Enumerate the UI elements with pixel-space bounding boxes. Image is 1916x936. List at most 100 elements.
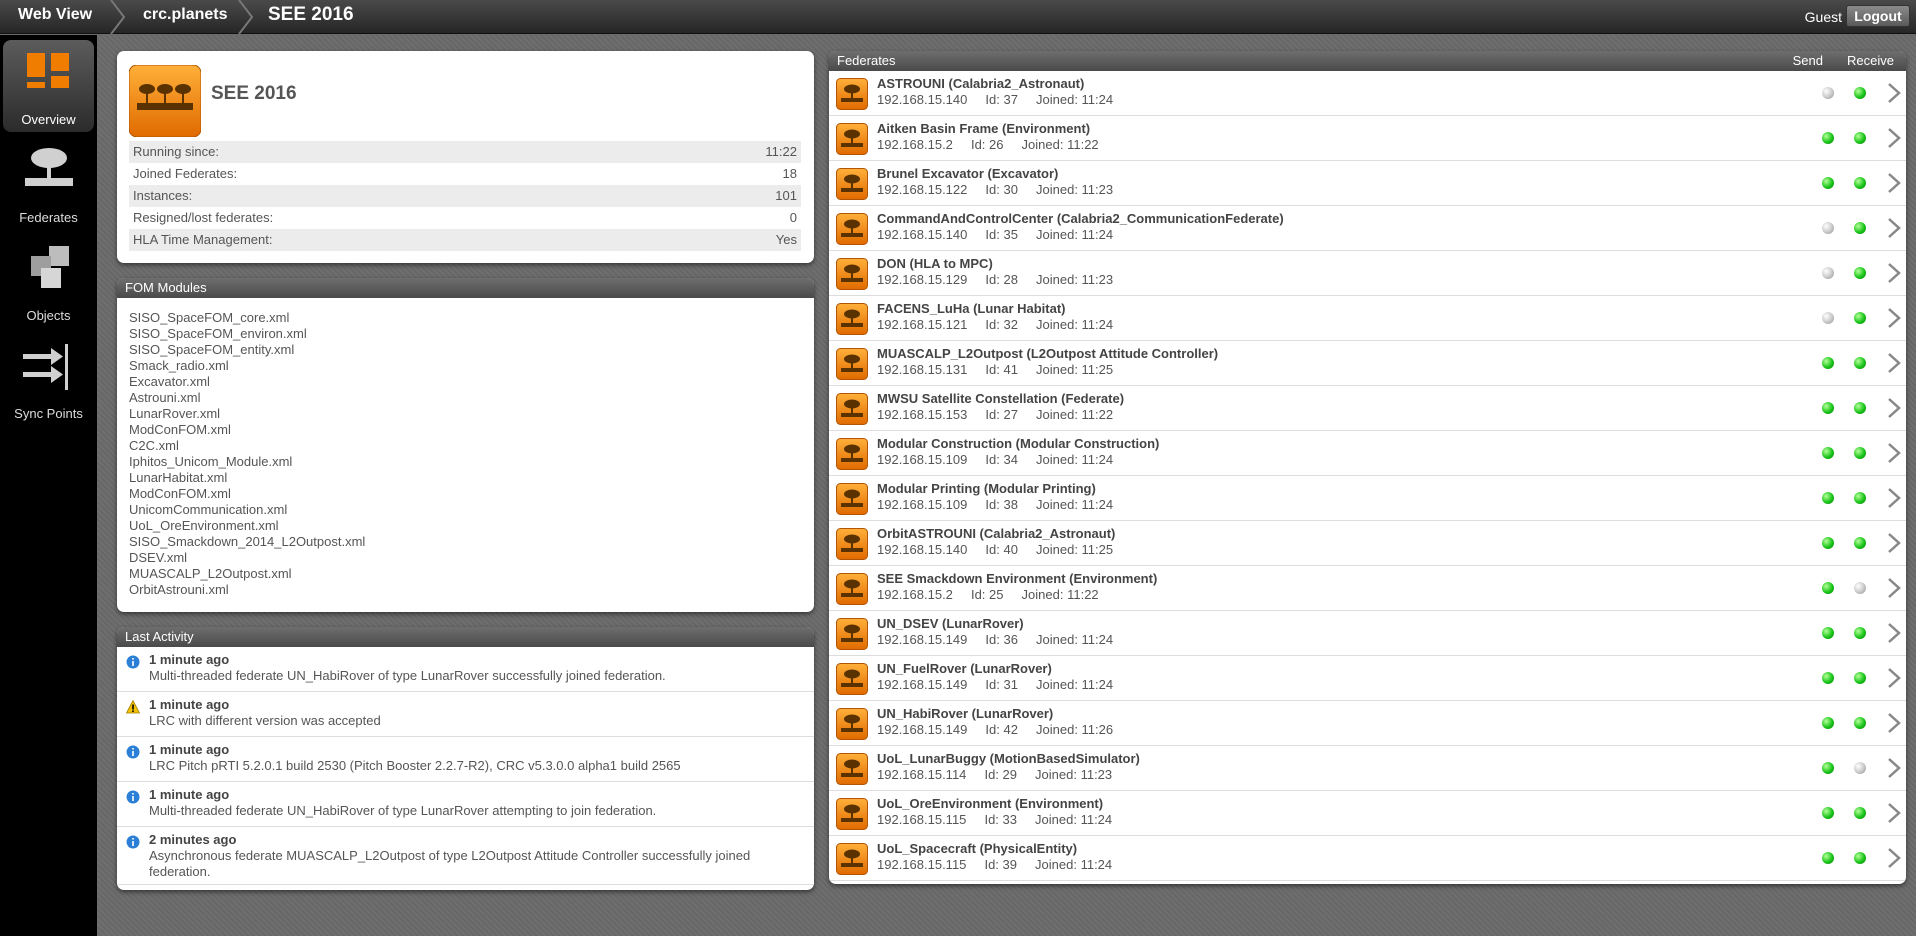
federate-row[interactable]: MUASCALP_L2Outpost (L2Outpost Attitude C… xyxy=(829,341,1906,386)
federate-name: FACENS_LuHa (Lunar Habitat) xyxy=(877,301,1066,316)
federate-row[interactable]: UoL_OreEnvironment (Environment) 192.168.… xyxy=(829,791,1906,836)
logout-button[interactable]: Logout xyxy=(1846,5,1910,27)
activity-item: 1 minute ago Multi-threaded federate UN_H… xyxy=(117,647,814,692)
federate-row[interactable]: FACENS_LuHa (Lunar Habitat) 192.168.15.12… xyxy=(829,296,1906,341)
federate-row[interactable]: CommandAndControlCenter (Calabria2_Commu… xyxy=(829,206,1906,251)
chevron-right-icon[interactable] xyxy=(1886,352,1902,374)
sidebar-item-sync-points[interactable]: Sync Points xyxy=(3,334,94,426)
federate-name: Modular Construction (Modular Constructi… xyxy=(877,436,1160,451)
stat-label: HLA Time Management: xyxy=(133,232,273,247)
federate-icon xyxy=(23,146,75,196)
panel-title: Federates xyxy=(837,53,896,68)
receive-status-indicator xyxy=(1854,537,1866,549)
sidebar-item-overview[interactable]: Overview xyxy=(3,40,94,132)
fom-module-item: OrbitAstrouni.xml xyxy=(129,582,229,597)
fom-module-item: SISO_SpaceFOM_entity.xml xyxy=(129,342,295,357)
federate-row[interactable]: Aitken Basin Frame (Environment) 192.168.… xyxy=(829,116,1906,161)
activity-item: 1 minute ago LRC with different version w… xyxy=(117,692,814,737)
fom-modules-panel: FOM Modules SISO_SpaceFOM_core.xml SISO_… xyxy=(117,278,814,612)
fom-module-item: UoL_OreEnvironment.xml xyxy=(129,518,279,533)
send-status-indicator xyxy=(1822,537,1834,549)
federate-row[interactable]: DON (HLA to MPC) 192.168.15.129 Id: 28 Jo… xyxy=(829,251,1906,296)
receive-status-indicator xyxy=(1854,717,1866,729)
breadcrumb-webview[interactable]: Web View xyxy=(18,0,92,34)
chevron-right-icon[interactable] xyxy=(1886,397,1902,419)
breadcrumb-crc[interactable]: crc.planets xyxy=(143,0,227,34)
chevron-right-icon[interactable] xyxy=(1886,802,1902,824)
federate-icon xyxy=(836,753,868,785)
chevron-right-icon[interactable] xyxy=(1886,487,1902,509)
federate-row[interactable]: UN_FuelRover (LunarRover) 192.168.15.149 … xyxy=(829,656,1906,701)
receive-status-indicator xyxy=(1854,177,1866,189)
federate-details: 192.168.15.140 Id: 40 Joined: 11:25 xyxy=(877,542,1114,557)
chevron-right-icon[interactable] xyxy=(1886,217,1902,239)
stat-label: Joined Federates: xyxy=(133,166,238,181)
federate-name: SEE Smackdown Environment (Environment) xyxy=(877,571,1158,586)
activity-message: LRC Pitch pRTI 5.2.0.1 build 2530 (Pitch… xyxy=(149,758,681,773)
chevron-right-icon[interactable] xyxy=(1886,307,1902,329)
chevron-right-icon[interactable] xyxy=(1886,442,1902,464)
receive-column-header: Receive xyxy=(1847,53,1894,68)
federate-details: 192.168.15.149 Id: 36 Joined: 11:24 xyxy=(877,632,1114,647)
federate-icon xyxy=(836,708,868,740)
chevron-right-icon[interactable] xyxy=(1886,667,1902,689)
federate-row[interactable]: UoL_Spacecraft (PhysicalEntity) 192.168.1… xyxy=(829,836,1906,881)
chevron-right-icon[interactable] xyxy=(1886,757,1902,779)
receive-status-indicator xyxy=(1854,492,1866,504)
chevron-right-icon[interactable] xyxy=(1886,532,1902,554)
stat-instances: Instances: 101 xyxy=(129,185,801,207)
send-status-indicator xyxy=(1822,177,1834,189)
receive-status-indicator xyxy=(1854,582,1866,594)
federate-row[interactable]: Modular Construction (Modular Constructi… xyxy=(829,431,1906,476)
federation-summary-panel: SEE 2016 Running since: 11:22 Joined Fed… xyxy=(117,51,814,263)
fom-module-item: SISO_Smackdown_2014_L2Outpost.xml xyxy=(129,534,366,549)
federate-row[interactable]: UN_DSEV (LunarRover) 192.168.15.149 Id: 3… xyxy=(829,611,1906,656)
federate-name: UN_FuelRover (LunarRover) xyxy=(877,661,1052,676)
stat-label: Running since: xyxy=(133,144,219,159)
federate-row[interactable]: UN_HabiRover (LunarRover) 192.168.15.149 … xyxy=(829,701,1906,746)
fom-modules-list: SISO_SpaceFOM_core.xml SISO_SpaceFOM_env… xyxy=(117,298,814,598)
federate-name: MUASCALP_L2Outpost (L2Outpost Attitude C… xyxy=(877,346,1219,361)
chevron-right-icon[interactable] xyxy=(1886,82,1902,104)
fom-module-item: Smack_radio.xml xyxy=(129,358,229,373)
chevron-right-icon[interactable] xyxy=(1886,172,1902,194)
activity-time: 1 minute ago xyxy=(149,787,230,802)
federate-icon xyxy=(836,843,868,875)
federate-details: 192.168.15.115 Id: 33 Joined: 11:24 xyxy=(877,812,1113,827)
chevron-right-icon[interactable] xyxy=(1886,262,1902,284)
federate-row[interactable]: Brunel Excavator (Excavator) 192.168.15.1… xyxy=(829,161,1906,206)
chevron-right-icon[interactable] xyxy=(1886,847,1902,869)
chevron-right-icon[interactable] xyxy=(1886,577,1902,599)
sidebar-item-objects[interactable]: Objects xyxy=(3,236,94,328)
chevron-right-icon[interactable] xyxy=(1886,712,1902,734)
federate-name: Modular Printing (Modular Printing) xyxy=(877,481,1096,496)
federate-row[interactable]: OrbitASTROUNI (Calabria2_Astronaut) 192.1… xyxy=(829,521,1906,566)
info-icon xyxy=(126,790,140,804)
receive-status-indicator xyxy=(1854,627,1866,639)
federate-row[interactable]: UoL_LunarBuggy (MotionBasedSimulator) 192… xyxy=(829,746,1906,791)
federate-icon xyxy=(836,573,868,605)
federate-row[interactable]: MWSU Satellite Constellation (Federate) 1… xyxy=(829,386,1906,431)
info-icon xyxy=(126,745,140,759)
activity-message: Multi-threaded federate UN_HabiRover of … xyxy=(149,803,657,818)
federate-row[interactable]: SEE Smackdown Environment (Environment) 1… xyxy=(829,566,1906,611)
info-icon xyxy=(126,835,140,849)
activity-time: 1 minute ago xyxy=(149,697,230,712)
chevron-right-icon[interactable] xyxy=(1886,622,1902,644)
federate-row[interactable]: Modular Printing (Modular Printing) 192.1… xyxy=(829,476,1906,521)
federate-details: 192.168.15.114 Id: 29 Joined: 11:23 xyxy=(877,767,1113,782)
stat-value: 0 xyxy=(789,210,797,225)
federate-icon xyxy=(836,618,868,650)
federate-row[interactable]: ASTROUNI (Calabria2_Astronaut) 192.168.15… xyxy=(829,71,1906,116)
send-status-indicator xyxy=(1822,222,1834,234)
federate-name: Brunel Excavator (Excavator) xyxy=(877,166,1059,181)
fom-module-item: SISO_SpaceFOM_core.xml xyxy=(129,310,290,325)
receive-status-indicator xyxy=(1854,762,1866,774)
receive-status-indicator xyxy=(1854,87,1866,99)
fom-module-item: LunarRover.xml xyxy=(129,406,221,421)
send-status-indicator xyxy=(1822,87,1834,99)
chevron-right-icon[interactable] xyxy=(1886,127,1902,149)
sidebar-item-federates[interactable]: Federates xyxy=(3,138,94,230)
send-status-indicator xyxy=(1822,357,1834,369)
receive-status-indicator xyxy=(1854,402,1866,414)
